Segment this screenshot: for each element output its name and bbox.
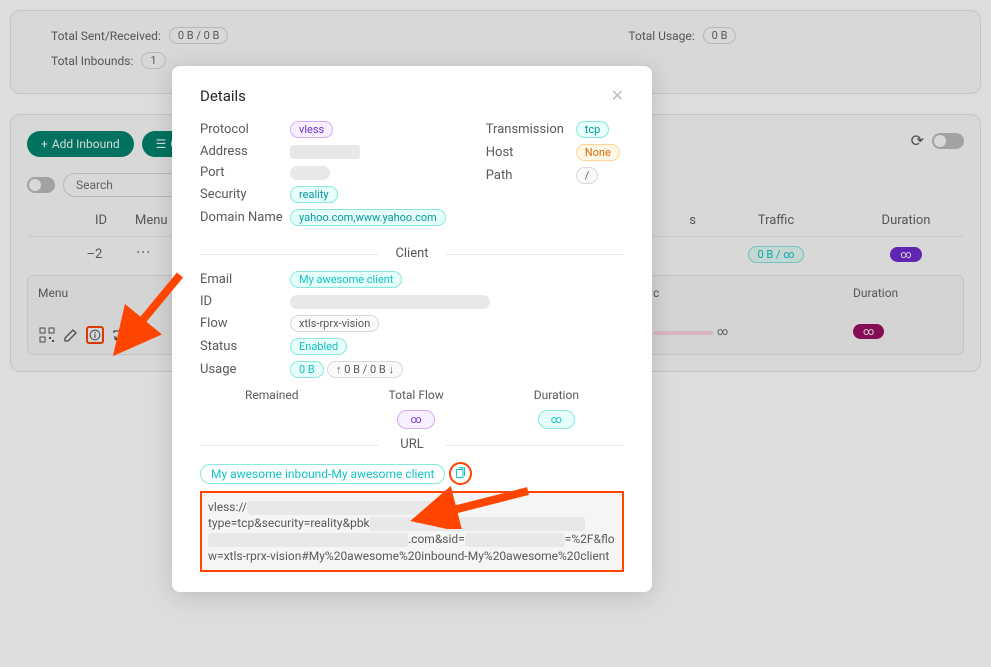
protocol-value: vless (290, 121, 333, 138)
email-value: My awesome client (290, 271, 402, 288)
totalflow-value: ∞ (397, 410, 434, 429)
close-icon[interactable]: ✕ (611, 86, 624, 105)
client-section-divider: Client (200, 246, 624, 261)
annotation-arrow-copy (408, 484, 538, 529)
port-label: Port (200, 165, 290, 180)
address-label: Address (200, 144, 290, 159)
domain-label: Domain Name (200, 210, 290, 225)
flow-label: Flow (200, 316, 290, 331)
usage-label: Usage (200, 362, 290, 377)
domain-value: yahoo.com,www.yahoo.com (290, 209, 446, 226)
transmission-label: Transmission (486, 122, 576, 137)
address-value (290, 145, 360, 159)
port-value (290, 166, 330, 180)
duration-value: ∞ (538, 410, 575, 429)
annotation-arrow-info (110, 265, 190, 365)
usage-value-2: ↑ 0 B / 0 B ↓ (327, 361, 403, 378)
host-label: Host (486, 145, 576, 160)
path-label: Path (486, 168, 576, 183)
url-section-divider: URL (200, 437, 624, 452)
modal-title: Details (200, 87, 246, 105)
status-label: Status (200, 339, 290, 354)
remained-label: Remained (245, 388, 298, 402)
transmission-value: tcp (576, 121, 610, 138)
duration-label: Duration (534, 388, 579, 402)
path-value: / (576, 167, 599, 184)
protocol-label: Protocol (200, 122, 290, 137)
client-id-label: ID (200, 294, 290, 309)
flow-value: xtls-rprx-vision (290, 315, 379, 332)
status-value: Enabled (290, 338, 347, 355)
security-value: reality (290, 186, 338, 203)
copy-icon[interactable] (449, 462, 472, 485)
security-label: Security (200, 187, 290, 202)
client-id-value (290, 295, 490, 309)
usage-value-1: 0 B (290, 361, 324, 378)
url-tag: My awesome inbound-My awesome client (200, 464, 445, 484)
totalflow-label: Total Flow (389, 388, 444, 402)
host-value: None (576, 144, 620, 161)
email-label: Email (200, 272, 290, 287)
